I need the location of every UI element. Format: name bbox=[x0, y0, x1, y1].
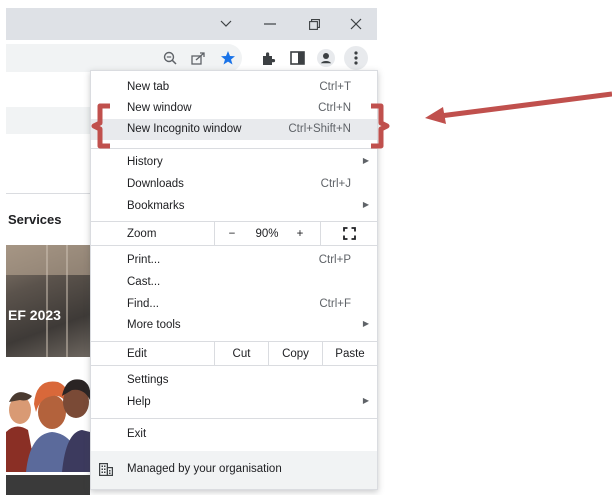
menu-shortcut: Ctrl+Shift+N bbox=[288, 123, 351, 135]
chevron-down-icon[interactable] bbox=[204, 8, 248, 40]
menu-label: New Incognito window bbox=[127, 123, 242, 135]
copy-button[interactable]: Copy bbox=[269, 342, 322, 365]
page-banner bbox=[6, 107, 90, 134]
menu-separator bbox=[91, 365, 377, 366]
menu-item-settings[interactable]: Settings bbox=[91, 370, 377, 391]
zoom-icon[interactable] bbox=[160, 48, 180, 68]
edit-row: Edit Cut Copy Paste bbox=[91, 342, 377, 365]
menu-label: Exit bbox=[127, 428, 147, 440]
menu-label: Cast... bbox=[127, 276, 161, 288]
side-panel-icon[interactable] bbox=[287, 48, 307, 68]
share-icon[interactable] bbox=[188, 48, 208, 68]
menu-label: Find... bbox=[127, 298, 159, 310]
menu-item-history[interactable]: History ▶ bbox=[91, 152, 377, 173]
title-bar bbox=[6, 8, 377, 40]
menu-item-new-tab[interactable]: New tab Ctrl+T bbox=[91, 77, 377, 98]
menu-item-bookmarks[interactable]: Bookmarks ▶ bbox=[91, 196, 377, 217]
menu-label: Bookmarks bbox=[127, 200, 185, 212]
menu-shortcut: Ctrl+T bbox=[319, 81, 351, 93]
fullscreen-icon[interactable] bbox=[321, 222, 377, 245]
menu-separator bbox=[91, 418, 377, 419]
menu-label: Print... bbox=[127, 254, 161, 266]
managed-by-organisation[interactable]: Managed by your organisation bbox=[91, 451, 377, 489]
menu-label: More tools bbox=[127, 319, 181, 331]
submenu-arrow-icon: ▶ bbox=[362, 319, 369, 328]
managed-label: Managed by your organisation bbox=[127, 463, 282, 475]
people-illustration[interactable] bbox=[6, 372, 90, 472]
menu-separator bbox=[91, 245, 377, 246]
restore-icon[interactable] bbox=[292, 8, 336, 40]
submenu-arrow-icon: ▶ bbox=[362, 156, 369, 165]
menu-label: Help bbox=[127, 396, 151, 408]
star-icon[interactable] bbox=[218, 48, 238, 68]
menu-shortcut: Ctrl+J bbox=[320, 178, 351, 190]
submenu-arrow-icon: ▶ bbox=[362, 200, 369, 209]
event-photo[interactable]: EF 2023 bbox=[6, 245, 90, 357]
zoom-row: Zoom − 90% + bbox=[91, 222, 377, 245]
menu-label: New tab bbox=[127, 81, 170, 93]
menu-item-new-window[interactable]: New window Ctrl+N bbox=[91, 98, 377, 119]
submenu-arrow-icon: ▶ bbox=[362, 396, 369, 405]
menu-label: New window bbox=[127, 102, 192, 114]
minimize-icon[interactable] bbox=[248, 8, 292, 40]
menu-separator bbox=[91, 148, 377, 149]
menu-label: Downloads bbox=[127, 178, 184, 190]
building-icon bbox=[99, 463, 113, 479]
zoom-level: 90% bbox=[255, 227, 279, 240]
menu-item-more-tools[interactable]: More tools ▶ bbox=[91, 315, 377, 336]
menu-label: History bbox=[127, 156, 163, 168]
menu-shortcut: Ctrl+N bbox=[318, 102, 351, 114]
zoom-out-button[interactable]: − bbox=[215, 222, 249, 245]
menu-shortcut: Ctrl+F bbox=[319, 298, 351, 310]
cut-button[interactable]: Cut bbox=[215, 342, 268, 365]
page-image-bottom bbox=[6, 475, 90, 495]
menu-item-cast[interactable]: Cast... bbox=[91, 272, 377, 293]
address-bar[interactable] bbox=[6, 44, 242, 72]
edit-label: Edit bbox=[127, 347, 147, 360]
menu-item-print[interactable]: Print... Ctrl+P bbox=[91, 250, 377, 271]
menu-shortcut: Ctrl+P bbox=[318, 254, 351, 266]
paste-button[interactable]: Paste bbox=[323, 342, 377, 365]
kebab-menu-icon[interactable] bbox=[344, 46, 368, 70]
menu-item-help[interactable]: Help ▶ bbox=[91, 392, 377, 413]
menu-item-downloads[interactable]: Downloads Ctrl+J bbox=[91, 174, 377, 195]
extensions-icon[interactable] bbox=[258, 48, 278, 68]
menu-item-exit[interactable]: Exit bbox=[91, 424, 377, 445]
zoom-label: Zoom bbox=[127, 227, 157, 240]
zoom-in-button[interactable]: + bbox=[285, 222, 315, 245]
pointer-arrow bbox=[425, 91, 612, 124]
browser-context-menu: New tab Ctrl+T New window Ctrl+N New Inc… bbox=[90, 70, 378, 490]
page-divider bbox=[6, 193, 90, 194]
close-icon[interactable] bbox=[334, 8, 378, 40]
menu-item-find[interactable]: Find... Ctrl+F bbox=[91, 294, 377, 315]
services-nav-link[interactable]: Services bbox=[8, 212, 62, 227]
profile-icon[interactable] bbox=[316, 48, 336, 68]
menu-label: Settings bbox=[127, 374, 169, 386]
photo-caption: EF 2023 bbox=[8, 307, 61, 323]
menu-item-new-incognito-window[interactable]: New Incognito window Ctrl+Shift+N bbox=[91, 119, 377, 140]
